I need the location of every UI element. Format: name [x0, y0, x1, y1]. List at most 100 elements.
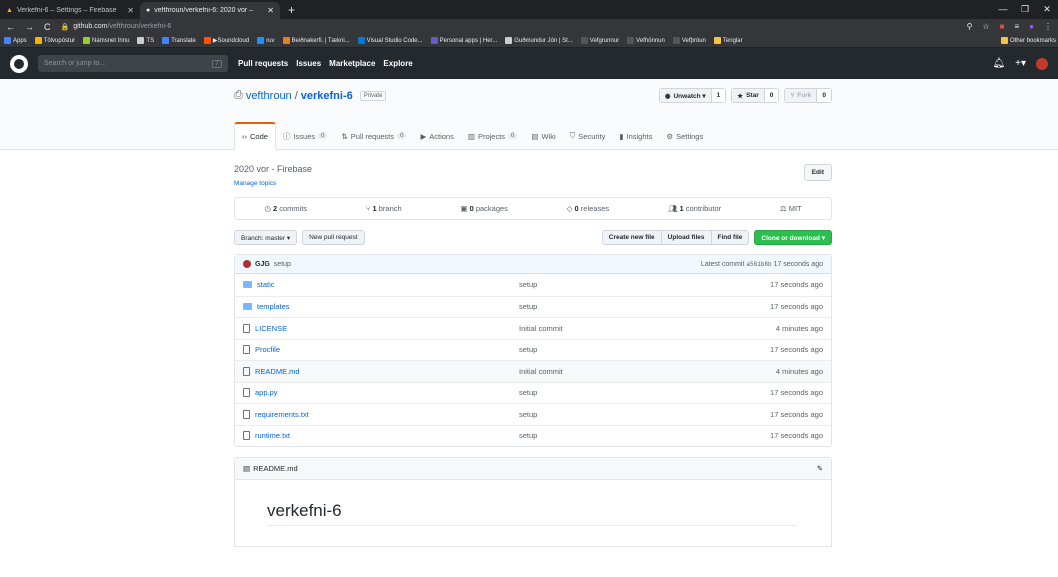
tab-actions[interactable]: ▶ Actions: [413, 122, 460, 150]
file-name-link[interactable]: templates: [257, 302, 290, 311]
file-name-link[interactable]: app.py: [255, 388, 278, 397]
repo-name-link[interactable]: verkefni-6: [301, 90, 353, 102]
tab-projects[interactable]: ▥ Projects 0: [461, 122, 525, 150]
bookmark[interactable]: Vefhönnun: [627, 37, 665, 44]
branch-select[interactable]: Branch: master ▾: [234, 230, 298, 245]
file-name-link[interactable]: Procfile: [255, 345, 280, 354]
bookmark[interactable]: Námsnet Innu: [83, 37, 129, 44]
bookmark[interactable]: Vefgrunnur: [580, 37, 619, 44]
file-commit-message[interactable]: setup: [519, 431, 537, 440]
close-window-icon[interactable]: ✕: [1036, 0, 1058, 19]
new-tab-button[interactable]: +: [280, 2, 303, 19]
commit-author-avatar[interactable]: [243, 260, 251, 268]
releases-link[interactable]: ◇ 0 releases: [567, 204, 610, 213]
tab-wiki[interactable]: ▤ Wiki: [524, 122, 562, 150]
upload-files-button[interactable]: Upload files: [660, 230, 712, 245]
nav-marketplace[interactable]: Marketplace: [329, 59, 375, 68]
edit-button[interactable]: Edit: [803, 164, 832, 181]
commit-sha[interactable]: a561b8b: [746, 261, 771, 268]
file-name-link[interactable]: README.md: [255, 367, 300, 376]
tab-issues[interactable]: ⓘ Issues 0: [276, 122, 335, 150]
file-commit-message[interactable]: setup: [519, 302, 537, 311]
close-icon[interactable]: ✕: [267, 6, 274, 15]
star-button[interactable]: ★ Star: [732, 89, 764, 102]
tab-insights[interactable]: ▮ Insights: [612, 122, 659, 150]
search-input[interactable]: Search or jump to... /: [38, 55, 228, 72]
nav-pull-requests[interactable]: Pull requests: [238, 59, 288, 68]
zoom-icon[interactable]: ⚲: [967, 22, 973, 31]
avatar[interactable]: [1036, 57, 1048, 70]
file-commit-message[interactable]: Initial commit: [519, 367, 563, 376]
bookmark[interactable]: TS: [137, 37, 154, 44]
fork-button[interactable]: ⑂ Fork: [785, 89, 817, 102]
repo-owner-link[interactable]: vefthroun: [246, 90, 292, 102]
contributors-link[interactable]: 👥︎ 1 contributor: [668, 204, 721, 213]
unwatch-button[interactable]: ◉ Unwatch ▾: [659, 89, 711, 102]
tab-code[interactable]: ‹› Code: [234, 122, 276, 150]
github-logo-icon[interactable]: [10, 54, 28, 73]
bookmark[interactable]: Translate: [162, 37, 196, 44]
file-commit-message[interactable]: setup: [519, 345, 537, 354]
address-bar[interactable]: 🔒 github.com/vefthroun/verkefni-6: [61, 23, 957, 31]
browser-tab[interactable]: ▲ Verkefni-6 – Settings – Firebase ✕: [0, 2, 140, 19]
file-name-link[interactable]: runtime.txt: [255, 431, 290, 440]
file-row: templates setup 17 seconds ago: [235, 295, 831, 318]
bookmark[interactable]: Guðmundur Jón | St...: [505, 37, 573, 44]
file-name-link[interactable]: requirements.txt: [255, 410, 309, 419]
file-commit-message[interactable]: setup: [519, 410, 537, 419]
tab-settings[interactable]: ⚙ Settings: [659, 122, 710, 150]
close-icon[interactable]: ✕: [127, 6, 134, 15]
back-icon[interactable]: ←: [6, 22, 15, 32]
commit-message[interactable]: setup: [274, 261, 291, 268]
nav-explore[interactable]: Explore: [383, 59, 412, 68]
watch-count[interactable]: 1: [710, 89, 726, 102]
tab-pull-requests[interactable]: ⇅ Pull requests 0: [334, 122, 413, 150]
file-name-link[interactable]: static: [257, 280, 275, 289]
play-icon: ▶: [420, 131, 427, 141]
bookmark[interactable]: Vefþróun: [672, 37, 706, 44]
pencil-icon[interactable]: ✎: [817, 464, 823, 473]
bookmark[interactable]: ruv: [257, 37, 275, 44]
file-icon: [243, 345, 250, 355]
star-count[interactable]: 0: [763, 89, 779, 102]
find-file-button[interactable]: Find file: [710, 230, 750, 245]
extension-icon[interactable]: ≡: [1014, 22, 1019, 31]
new-pull-request-button[interactable]: New pull request: [302, 230, 365, 245]
bell-icon[interactable]: 🔔︎: [992, 58, 1005, 69]
commits-link[interactable]: ◷ 2 commits: [264, 204, 307, 213]
reload-icon[interactable]: C: [44, 22, 51, 32]
manage-topics-link[interactable]: Manage topics: [234, 180, 312, 187]
file-commit-message[interactable]: setup: [519, 388, 537, 397]
commit-author[interactable]: GJG: [255, 261, 270, 268]
file-commit-message[interactable]: Initial commit: [519, 324, 563, 333]
bookmark[interactable]: Beiðnakerfi. | Tækni...: [282, 37, 350, 44]
profile-icon[interactable]: ●: [1029, 22, 1034, 31]
create-new-file-button[interactable]: Create new file: [601, 230, 662, 245]
restore-icon[interactable]: ❐: [1014, 0, 1036, 19]
bookmark[interactable]: Personal apps | Her...: [430, 37, 497, 44]
package-icon: ▣: [460, 204, 468, 213]
browser-tab-active[interactable]: ● vefthroun/verkefni-6: 2020 vor – ✕: [140, 2, 280, 19]
menu-icon[interactable]: ⋮: [1044, 22, 1052, 31]
minimize-icon[interactable]: —: [992, 0, 1014, 19]
bookmark[interactable]: Visual Studio Code...: [357, 37, 423, 44]
clone-download-button[interactable]: Clone or download ▾: [754, 230, 832, 245]
bookmark-folder[interactable]: Tenglar: [713, 37, 743, 44]
counter: 0: [508, 133, 518, 139]
extension-icon[interactable]: ■: [1000, 22, 1005, 31]
file-commit-message[interactable]: setup: [519, 280, 537, 289]
packages-link[interactable]: ▣ 0 packages: [460, 204, 508, 213]
bookmark-apps[interactable]: Apps: [4, 37, 27, 44]
branch-link[interactable]: ⑂ 1 branch: [366, 204, 402, 213]
nav-issues[interactable]: Issues: [296, 59, 321, 68]
plus-dropdown-icon[interactable]: +▾: [1015, 58, 1026, 69]
forward-icon[interactable]: →: [25, 22, 34, 32]
other-bookmarks[interactable]: Other bookmarks: [1000, 37, 1056, 44]
bookmark[interactable]: ▶Soundcloud: [203, 37, 249, 44]
file-name-link[interactable]: LICENSE: [255, 324, 287, 333]
bookmark[interactable]: Tölvupóstur: [34, 37, 75, 44]
tab-security[interactable]: ⛉ Security: [563, 122, 613, 150]
fork-count[interactable]: 0: [816, 89, 831, 102]
star-bookmark-icon[interactable]: ☆: [982, 22, 989, 31]
license-link[interactable]: ⚖ MIT: [780, 204, 802, 213]
